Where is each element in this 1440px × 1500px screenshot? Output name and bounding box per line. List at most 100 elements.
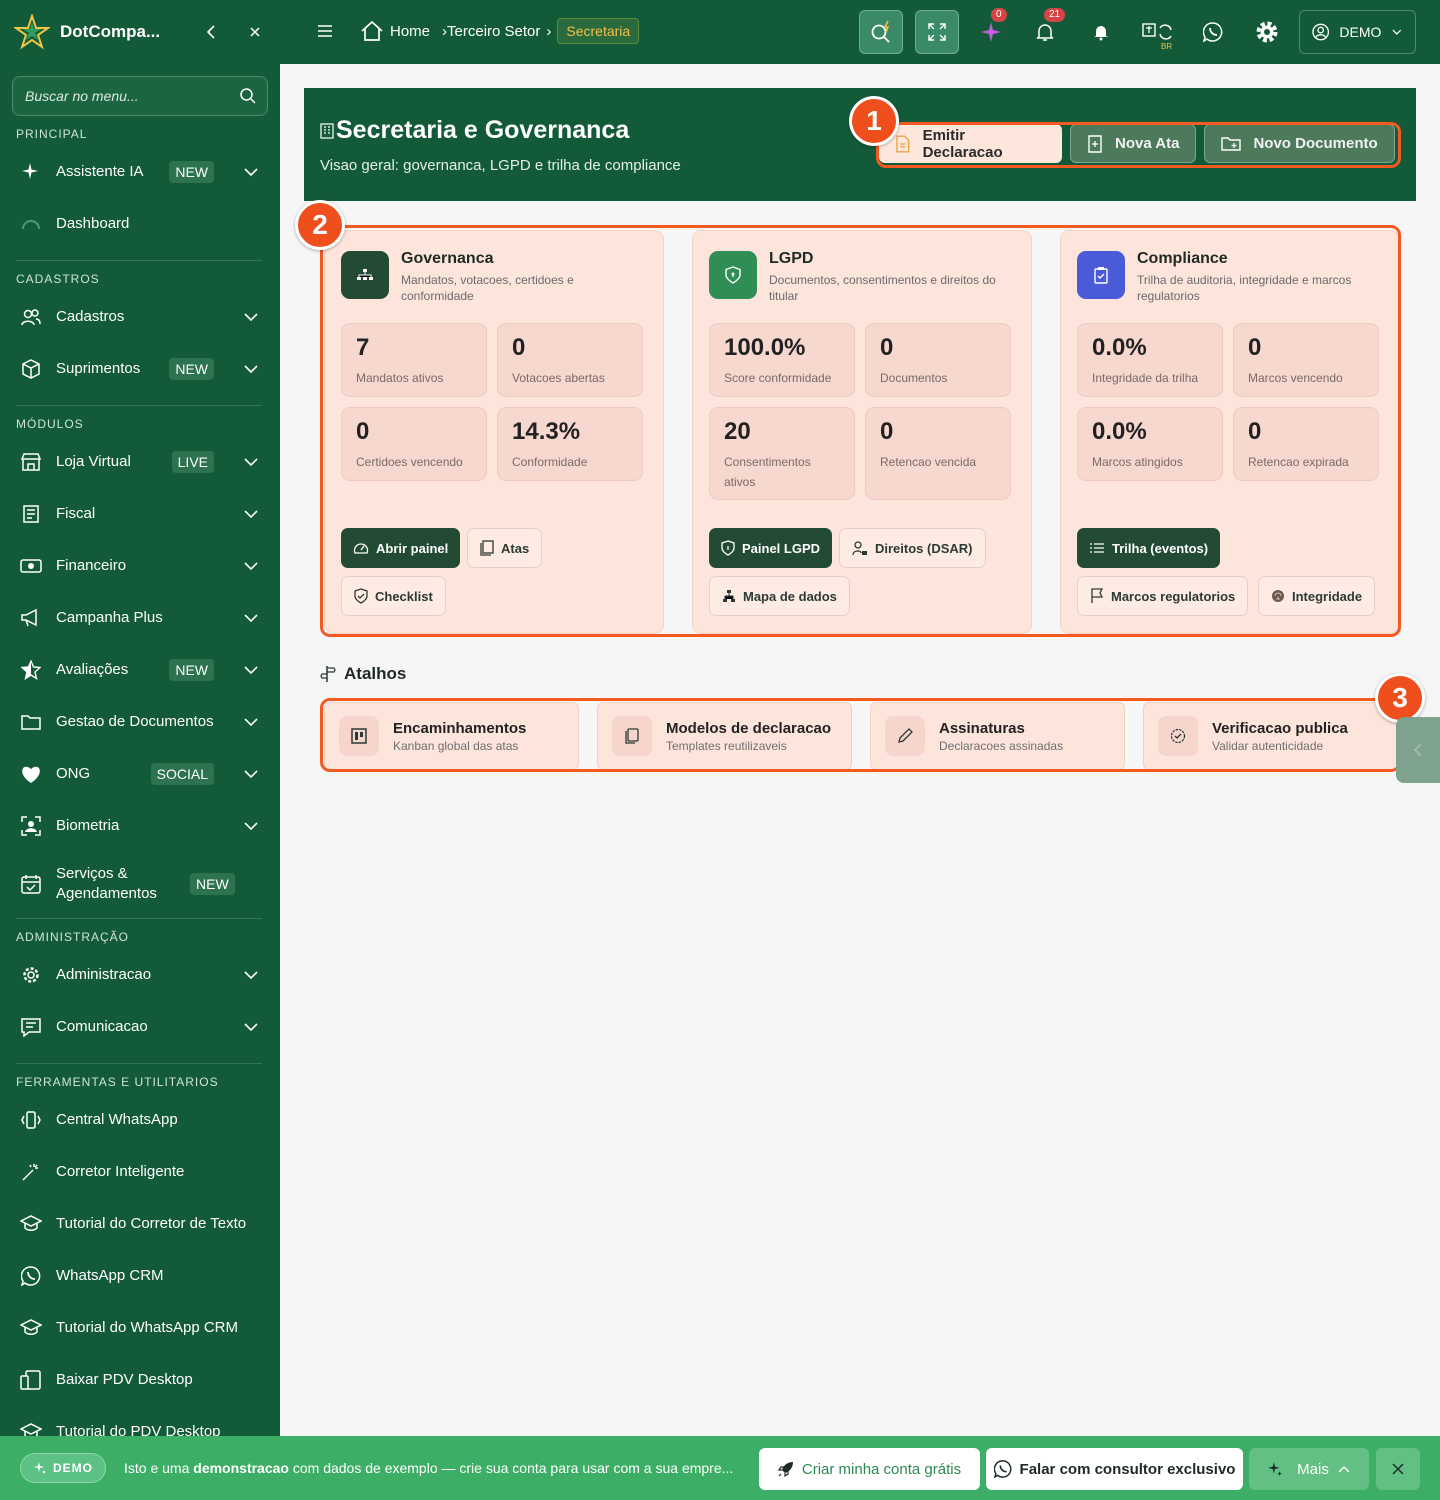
brand-name: DotCompa...	[60, 22, 161, 41]
chevron-down-icon[interactable]	[242, 360, 260, 378]
megaphone-icon	[20, 607, 42, 629]
whatsapp-button[interactable]	[1201, 20, 1225, 44]
sidebar-item-comunicacao[interactable]: Comunicacao	[0, 1001, 280, 1053]
sidebar-item-label: Suprimentos	[56, 360, 141, 377]
sidebar-item-tutorial-corretor[interactable]: Tutorial do Corretor de Texto	[0, 1198, 280, 1250]
sidebar-item-campanha[interactable]: Campanha Plus	[0, 592, 280, 644]
user-circle-icon	[1312, 23, 1330, 41]
sidebar-search-input[interactable]	[25, 88, 239, 104]
sidebar-item-label: Assistente IA	[56, 163, 144, 180]
social-badge: SOCIAL	[150, 763, 214, 785]
language-code: BR	[1161, 42, 1173, 51]
chevron-down-icon	[1392, 29, 1402, 35]
settings-button[interactable]	[1253, 18, 1281, 46]
sidebar-item-avaliacoes[interactable]: Avaliações NEW	[0, 644, 280, 696]
demo-banner: DEMO Isto e uma demonstracao com dados d…	[0, 1436, 1440, 1500]
chevron-down-icon[interactable]	[242, 163, 260, 181]
mais-button[interactable]: Mais	[1249, 1448, 1369, 1490]
sparkle-icon	[1268, 1462, 1283, 1476]
sidebar-item-tutorial-whatsapp[interactable]: Tutorial do WhatsApp CRM	[0, 1302, 280, 1354]
sidebar-item-gestao[interactable]: Gestao de Documentos	[0, 696, 280, 748]
sparkle-icon	[20, 161, 42, 183]
sidebar-item-label: Comunicacao	[56, 1018, 148, 1035]
signpost-icon	[320, 666, 336, 682]
users-icon	[20, 306, 42, 328]
breadcrumb: Home › Terceiro Setor › Secretaria	[360, 18, 640, 44]
demo-message-bold: demonstracao	[193, 1460, 289, 1476]
receipt-icon	[20, 503, 42, 525]
sidebar-item-cadastros[interactable]: Cadastros	[0, 291, 280, 343]
sidebar-item-suprimentos[interactable]: Suprimentos NEW	[0, 343, 280, 395]
sidebar-item-label: Financeiro	[56, 557, 127, 574]
highlight-frame-3	[320, 698, 1401, 772]
sidebar-item-label: Corretor Inteligente	[56, 1163, 185, 1180]
sidebar-item-servicos[interactable]: Serviços & Agendamentos NEW	[0, 852, 280, 916]
highlight-frame-2	[320, 225, 1401, 637]
notifications-button[interactable]: 21	[1033, 8, 1066, 44]
sidebar-item-central-whatsapp[interactable]: Central WhatsApp	[0, 1094, 280, 1146]
sidebar-item-administracao[interactable]: Administracao	[0, 949, 280, 1001]
demo-message-pre: Isto e uma	[124, 1460, 194, 1476]
atalhos-heading: Atalhos	[320, 664, 406, 684]
new-badge: NEW	[169, 659, 214, 681]
smart-search-button[interactable]	[859, 10, 903, 54]
close-icon[interactable]	[244, 21, 266, 43]
language-button[interactable]: BR	[1141, 20, 1175, 51]
criar-conta-button[interactable]: Criar minha conta grátis	[759, 1448, 980, 1490]
search-icon[interactable]	[239, 87, 257, 105]
fullscreen-button[interactable]	[915, 10, 959, 54]
sidebar-item-label: Central WhatsApp	[56, 1111, 178, 1128]
alerts-button[interactable]	[1089, 20, 1113, 44]
demo-pill-label: DEMO	[53, 1461, 93, 1475]
sparkle-icon	[34, 1462, 46, 1474]
sidebar-item-corretor[interactable]: Corretor Inteligente	[0, 1146, 280, 1198]
close-banner-button[interactable]	[1376, 1448, 1420, 1490]
chevron-down-icon[interactable]	[242, 661, 260, 679]
chevron-down-icon[interactable]	[242, 1018, 260, 1036]
menu-icon[interactable]	[316, 22, 334, 40]
criar-conta-label: Criar minha conta grátis	[801, 1460, 962, 1478]
star-icon	[20, 659, 42, 681]
folder-icon	[20, 711, 42, 733]
sidebar-item-loja[interactable]: Loja Virtual LIVE	[0, 436, 280, 488]
chevron-down-icon[interactable]	[242, 713, 260, 731]
sidebar-item-dashboard[interactable]: Dashboard	[0, 198, 280, 250]
falar-consultor-button[interactable]: Falar com consultor exclusivo	[986, 1448, 1243, 1490]
sidebar-item-fiscal[interactable]: Fiscal	[0, 488, 280, 540]
chevron-down-icon[interactable]	[242, 966, 260, 984]
chevron-down-icon[interactable]	[242, 817, 260, 835]
sidebar-item-whatsapp-crm[interactable]: WhatsApp CRM	[0, 1250, 280, 1302]
sidebar-item-label: Cadastros	[56, 308, 125, 325]
sidebar-item-baixar-pdv[interactable]: Baixar PDV Desktop	[0, 1354, 280, 1406]
whatsapp-icon	[20, 1265, 42, 1287]
sidebar-item-label: Avaliações	[56, 661, 129, 678]
side-panel-toggle[interactable]	[1396, 717, 1440, 783]
chevron-down-icon[interactable]	[242, 453, 260, 471]
ai-sparkle-button[interactable]: 0	[979, 8, 1007, 44]
user-menu-button[interactable]: DEMO	[1299, 10, 1416, 54]
breadcrumb-home[interactable]: Home	[390, 23, 430, 40]
sidebar-item-financeiro[interactable]: Financeiro	[0, 540, 280, 592]
main-content: Secretaria e Governanca Visao geral: gov…	[280, 64, 1440, 1436]
sidebar-item-ong[interactable]: ONG SOCIAL	[0, 748, 280, 800]
sidebar-item-label: Tutorial do PDV Desktop	[56, 1423, 221, 1436]
sidebar-item-tutorial-pdv[interactable]: Tutorial do PDV Desktop	[0, 1406, 280, 1436]
chevron-down-icon[interactable]	[242, 609, 260, 627]
bell-filled-icon	[1094, 26, 1108, 41]
sidebar-item-biometria[interactable]: Biometria	[0, 800, 280, 852]
chevron-down-icon[interactable]	[242, 765, 260, 783]
chevron-down-icon[interactable]	[242, 505, 260, 523]
chevron-down-icon[interactable]	[242, 557, 260, 575]
sidebar-item-assistente[interactable]: Assistente IA NEW	[0, 146, 280, 198]
rocket-icon	[777, 1462, 793, 1477]
magic-wand-icon	[20, 1161, 42, 1183]
new-badge: NEW	[190, 873, 235, 895]
home-icon[interactable]	[360, 19, 384, 43]
marker-1: 1	[849, 96, 899, 146]
collapse-sidebar-icon[interactable]	[200, 21, 222, 43]
chevron-down-icon[interactable]	[242, 308, 260, 326]
live-badge: LIVE	[171, 451, 214, 473]
breadcrumb-separator: ›	[546, 22, 552, 40]
sidebar-item-label: Loja Virtual	[56, 453, 131, 470]
breadcrumb-terceiro-setor[interactable]: Terceiro Setor	[447, 23, 540, 40]
